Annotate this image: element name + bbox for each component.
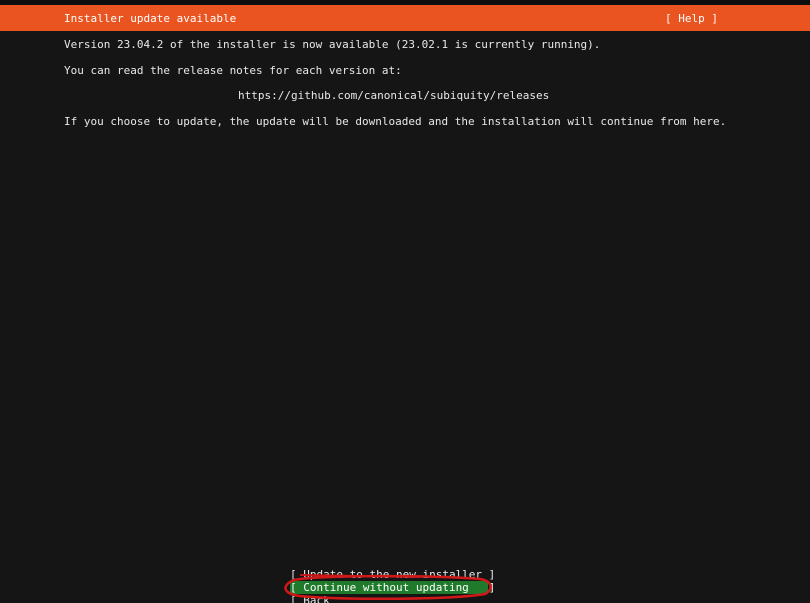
release-notes-text: You can read the release notes for each … — [64, 64, 402, 77]
header-bar: Installer update available [ Help ] — [0, 5, 810, 31]
back-button[interactable]: [ Back ] — [290, 594, 488, 603]
version-info-text: Version 23.04.2 of the installer is now … — [64, 38, 601, 51]
help-button[interactable]: [ Help ] — [665, 12, 718, 25]
screen-title: Installer update available — [64, 12, 237, 25]
continue-without-updating-button[interactable]: [ Continue without updating ] — [290, 581, 495, 594]
update-info-text: If you choose to update, the update will… — [64, 115, 727, 128]
release-notes-url: https://github.com/canonical/subiquity/r… — [238, 89, 550, 102]
